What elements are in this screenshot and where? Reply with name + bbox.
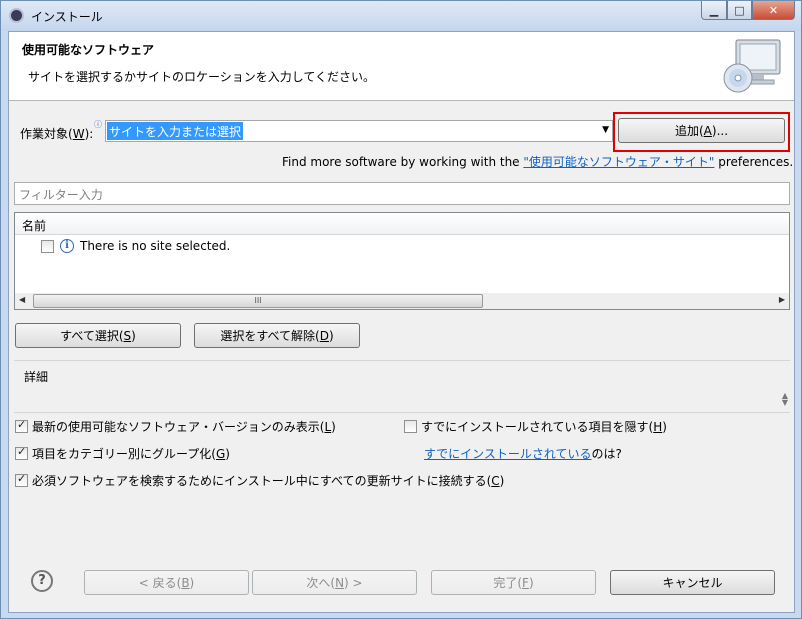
hide-installed-checkbox[interactable] [404, 420, 417, 433]
already-installed-link[interactable]: すでにインストールされている [424, 445, 592, 462]
dialog-client-area: 使用可能なソフトウェア サイトを選択するかサイトのロケーションを入力してください… [8, 31, 795, 613]
next-button[interactable]: 次へ(N) > [252, 570, 417, 595]
already-installed-text: すでにインストールされている のは? [424, 445, 622, 462]
tree-row[interactable]: i There is no site selected. [41, 239, 230, 253]
latest-only-checkbox[interactable] [15, 418, 28, 433]
add-site-button[interactable]: 追加(A)... [618, 118, 785, 143]
chevron-down-icon[interactable]: ▼ [602, 125, 609, 135]
group-by-category-option[interactable]: 項目をカテゴリー別にグループ化(G) [15, 445, 230, 462]
scroll-left-icon[interactable]: ◀ [19, 295, 25, 304]
details-area: 詳細 ▲ ▼ [14, 360, 790, 413]
filter-input[interactable]: フィルター入力 [14, 182, 790, 205]
group-by-category-checkbox[interactable] [15, 445, 28, 460]
contact-all-sites-checkbox[interactable] [15, 472, 28, 487]
deselect-all-button[interactable]: 選択をすべて解除(D) [194, 323, 360, 348]
details-scroll-icon[interactable]: ▲ ▼ [782, 392, 788, 407]
work-with-combo[interactable]: サイトを入力または選択 ▼ [105, 120, 613, 142]
window-controls: ▁ □ ✕ [701, 1, 795, 20]
close-button[interactable]: ✕ [752, 1, 795, 20]
header-description: サイトを選択するかサイトのロケーションを入力してください。 [28, 70, 376, 84]
contact-all-sites-option[interactable]: 必須ソフトウェアを検索するためにインストール中にすべての更新サイトに接続する(C… [15, 472, 504, 489]
info-icon: i [60, 239, 74, 253]
minimize-button[interactable]: ▁ [701, 1, 727, 20]
install-dialog-window: インストール ▁ □ ✕ 使用可能なソフトウェア サイトを選択するかサイトのロケ… [0, 0, 802, 619]
available-sites-link[interactable]: "使用可能なソフトウェア・サイト" [523, 155, 714, 169]
work-with-value[interactable]: サイトを入力または選択 [107, 122, 244, 140]
work-with-label: 作業対象(W): [20, 127, 94, 141]
find-more-text: Find more software by working with the "… [282, 155, 794, 169]
title-bar[interactable]: インストール ▁ □ ✕ [1, 1, 801, 31]
tree-column-header-name[interactable]: 名前 [15, 213, 789, 235]
hide-installed-option[interactable]: すでにインストールされている項目を隠す(H) [404, 418, 667, 435]
cancel-button[interactable]: キャンセル [610, 570, 775, 595]
scrollbar-thumb[interactable]: III [33, 294, 483, 308]
help-icon[interactable]: ? [31, 570, 53, 592]
details-divider [14, 412, 790, 413]
tree-row-checkbox[interactable] [41, 239, 54, 253]
select-all-button[interactable]: すべて選択(S) [15, 323, 181, 348]
details-label: 詳細 [24, 370, 49, 384]
finish-button[interactable]: 完了(F) [431, 570, 596, 595]
software-tree[interactable]: 名前 i There is no site selected. ◀ III ▶ [14, 212, 790, 310]
wizard-header: 使用可能なソフトウェア サイトを選択するかサイトのロケーションを入力してください… [9, 32, 794, 101]
back-button[interactable]: < 戻る(B) [84, 570, 249, 595]
latest-only-option[interactable]: 最新の使用可能なソフトウェア・バージョンのみ表示(L) [15, 418, 336, 435]
tree-row-label: There is no site selected. [80, 239, 231, 253]
scroll-right-icon[interactable]: ▶ [779, 295, 785, 304]
install-monitor-cd-icon [723, 39, 781, 93]
horizontal-scrollbar[interactable]: ◀ III ▶ [15, 293, 789, 309]
eclipse-app-icon [9, 8, 24, 23]
info-decoration-icon: ⓘ [94, 120, 102, 129]
window-title: インストール [31, 10, 103, 24]
header-title: 使用可能なソフトウェア [22, 43, 155, 57]
maximize-button[interactable]: □ [727, 1, 752, 20]
